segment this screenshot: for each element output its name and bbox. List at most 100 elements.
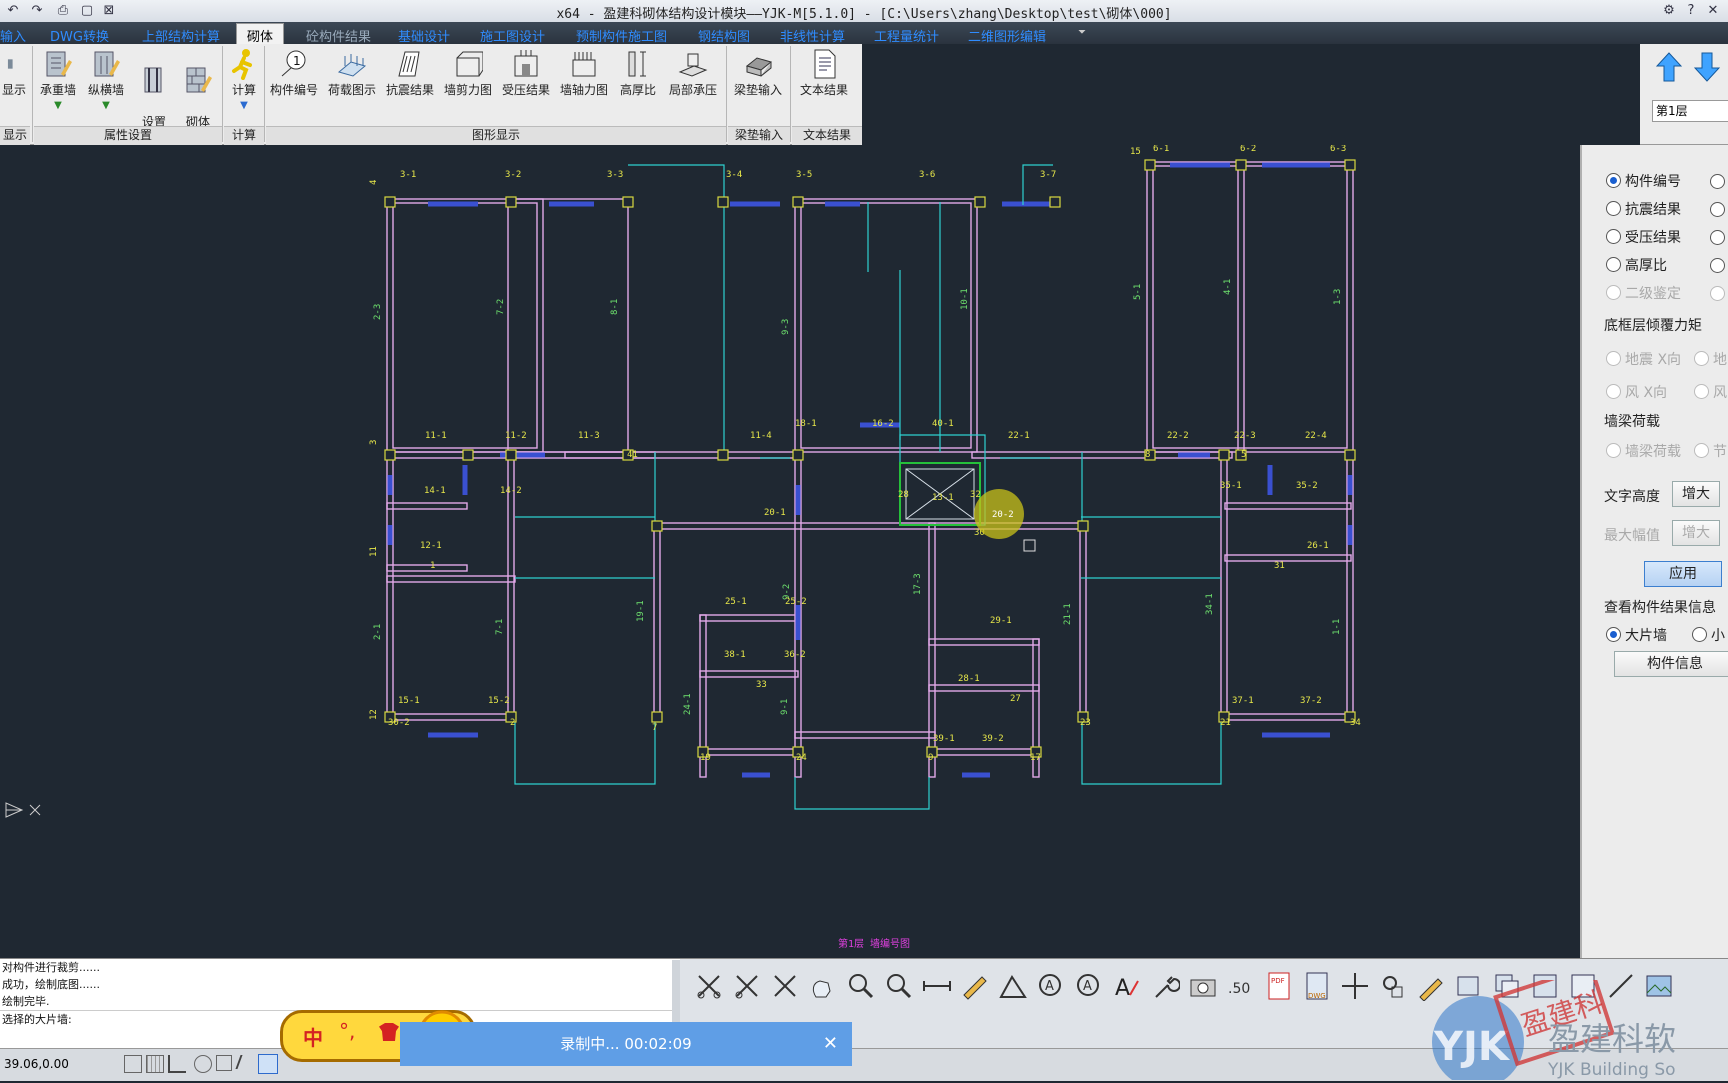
move-icon[interactable] bbox=[1340, 971, 1370, 1001]
dynamic-input-icon[interactable] bbox=[258, 1054, 278, 1074]
ortho-icon[interactable] bbox=[168, 1055, 186, 1073]
radio-icon[interactable] bbox=[1710, 174, 1725, 189]
pdf-icon[interactable]: PDF bbox=[1264, 971, 1294, 1001]
ribbon-member-number-button[interactable]: 1 构件编号 bbox=[266, 48, 322, 98]
trim-icon[interactable] bbox=[694, 971, 724, 1001]
drawing-canvas[interactable]: 3-1 3-2 3-3 3-4 3-5 3-6 3-7 6-1 6-2 6-3 2-3 7-2 8-1 9… bbox=[0, 144, 1580, 958]
option-wall-beam-load[interactable]: 墙梁荷载 bbox=[1606, 441, 1681, 461]
option-small-wall[interactable]: 小 bbox=[1692, 625, 1725, 645]
ribbon-local-bearing-button[interactable]: 局部承压 bbox=[664, 48, 722, 98]
tab-steel[interactable]: 钢结构图 bbox=[698, 26, 750, 45]
close-window-icon[interactable]: ✕ bbox=[1704, 2, 1722, 20]
text-height-increase-button[interactable]: 增大 bbox=[1672, 481, 1720, 507]
help-icon[interactable]: ? bbox=[1682, 2, 1700, 20]
camera-icon[interactable] bbox=[1188, 971, 1218, 1001]
info-title: 查看构件结果信息 bbox=[1604, 600, 1716, 616]
rotate-icon[interactable] bbox=[1378, 971, 1408, 1001]
option-wind-y[interactable]: 风 bbox=[1694, 382, 1727, 402]
option-seismic-result[interactable]: 抗震结果 bbox=[1606, 199, 1681, 219]
text-height-label: 文字高度 bbox=[1604, 489, 1660, 505]
tab-concrete-results[interactable]: 砼构件结果 bbox=[306, 26, 371, 45]
text-search-icon[interactable]: A bbox=[1036, 971, 1066, 1001]
wrench-icon[interactable] bbox=[1150, 971, 1180, 1001]
ribbon-calculate-button[interactable]: 计算 ▼ bbox=[226, 48, 262, 114]
radio-icon[interactable] bbox=[1710, 230, 1725, 245]
svg-text:.50: .50 bbox=[1228, 981, 1250, 997]
ribbon-display-button[interactable]: 显示 bbox=[0, 48, 28, 98]
ribbon-height-thickness-button[interactable]: 高厚比 bbox=[614, 48, 662, 98]
tab-upper-calc[interactable]: 上部结构计算 bbox=[142, 26, 220, 45]
osnap-icon[interactable] bbox=[216, 1055, 232, 1071]
tab-input[interactable]: 输入 bbox=[0, 26, 26, 45]
option-seismic-x[interactable]: 地震 X向 bbox=[1606, 349, 1681, 369]
extend-icon[interactable] bbox=[732, 971, 762, 1001]
text-replace-icon[interactable]: A bbox=[1074, 971, 1104, 1001]
tab-dwg[interactable]: DWG转换 bbox=[50, 26, 109, 45]
radio-icon bbox=[1606, 627, 1621, 642]
ribbon-beam-pad-button[interactable]: 梁垫输入 bbox=[730, 48, 786, 98]
polar-icon[interactable] bbox=[194, 1055, 212, 1073]
tab-nonlinear[interactable]: 非线性计算 bbox=[780, 26, 845, 45]
ribbon-wall-shear-button[interactable]: 墙剪力图 bbox=[440, 48, 496, 98]
option-compression-result[interactable]: 受压结果 bbox=[1606, 227, 1681, 247]
tab-construction-drawing[interactable]: 施工图设计 bbox=[480, 26, 545, 45]
ribbon-wall-axial-button[interactable]: 墙轴力图 bbox=[556, 48, 612, 98]
angle-icon[interactable] bbox=[998, 971, 1028, 1001]
ime-punct[interactable]: °, bbox=[339, 1019, 355, 1043]
radio-icon[interactable] bbox=[1710, 286, 1725, 301]
ribbon-longitudinal-wall-button[interactable]: 纵横墙 ▼ bbox=[84, 48, 128, 114]
node-label: 8 bbox=[1145, 450, 1150, 460]
radio-icon[interactable] bbox=[1710, 202, 1725, 217]
ribbon-compression-result-button[interactable]: 受压结果 bbox=[498, 48, 554, 98]
tab-quantity[interactable]: 工程量统计 bbox=[874, 26, 939, 45]
otrack-icon[interactable] bbox=[235, 1055, 257, 1069]
zoom-icon[interactable] bbox=[884, 971, 914, 1001]
wall-label: 26-1 bbox=[1307, 541, 1329, 551]
option-height-thickness[interactable]: 高厚比 bbox=[1606, 255, 1667, 275]
radio-icon[interactable] bbox=[1710, 258, 1725, 273]
ribbon-load-diagram-button[interactable]: 荷载图示 bbox=[324, 48, 380, 98]
option-member-number[interactable]: 构件编号 bbox=[1606, 171, 1681, 191]
ribbon-bearing-wall-button[interactable]: 承重墙 ▼ bbox=[36, 48, 80, 114]
measure-distance-icon[interactable] bbox=[922, 971, 952, 1001]
wall-label: 25-1 bbox=[725, 597, 747, 607]
option-seismic-y[interactable]: 地 bbox=[1694, 349, 1727, 369]
grid-icon[interactable] bbox=[146, 1055, 164, 1073]
scale-icon[interactable]: .50 bbox=[1226, 971, 1256, 1001]
masonry-walls bbox=[386, 161, 1354, 778]
tab-foundation[interactable]: 基础设计 bbox=[398, 26, 450, 45]
svg-text:DWG: DWG bbox=[1308, 992, 1326, 1000]
wall-label: 22-4 bbox=[1305, 431, 1327, 441]
ribbon-text-result-button[interactable]: 文本结果 bbox=[794, 48, 854, 98]
break-icon[interactable] bbox=[770, 971, 800, 1001]
max-amplitude-increase-button[interactable]: 增大 bbox=[1672, 520, 1720, 546]
skin-icon[interactable] bbox=[379, 1023, 399, 1041]
close-recording-icon[interactable]: ✕ bbox=[823, 1022, 838, 1066]
node-label: 15 bbox=[1130, 147, 1141, 157]
option-wind-x[interactable]: 风 X向 bbox=[1606, 382, 1667, 402]
floor-select[interactable]: 第1层 bbox=[1652, 100, 1728, 122]
settings-icon[interactable]: ⚙ bbox=[1660, 2, 1678, 20]
zoom-window-icon[interactable] bbox=[846, 971, 876, 1001]
floor-down-icon[interactable] bbox=[1694, 52, 1720, 82]
member-info-button[interactable]: 构件信息 bbox=[1614, 651, 1728, 677]
text-edit-icon[interactable]: A bbox=[1112, 971, 1142, 1001]
apply-button[interactable]: 应用 bbox=[1644, 561, 1722, 587]
snap-icon[interactable] bbox=[124, 1055, 142, 1073]
tab-precast[interactable]: 预制构件施工图 bbox=[576, 26, 667, 45]
node-label: 11 bbox=[369, 546, 379, 557]
ruler-icon[interactable] bbox=[960, 971, 990, 1001]
option-node-load[interactable]: 节 bbox=[1694, 441, 1727, 461]
tab-2d-edit[interactable]: 二维图形编辑 bbox=[968, 26, 1046, 45]
pan-icon[interactable] bbox=[808, 971, 838, 1001]
floor-navigation: 第1层 bbox=[1640, 44, 1728, 145]
floor-up-icon[interactable] bbox=[1656, 52, 1682, 82]
option-large-wall[interactable]: 大片墙 bbox=[1606, 625, 1667, 645]
ime-mode[interactable]: 中 bbox=[303, 1022, 323, 1051]
ribbon-seismic-result-button[interactable]: 抗震结果 bbox=[382, 48, 438, 98]
option-level2-appraisal[interactable]: 二级鉴定 bbox=[1606, 283, 1681, 303]
tab-overflow-icon[interactable]: ⏷ bbox=[1078, 27, 1086, 38]
wall-label: 34-1 bbox=[1205, 593, 1215, 615]
wall-label: 9-3 bbox=[781, 319, 791, 335]
dwg-icon[interactable]: DWG bbox=[1302, 971, 1332, 1001]
